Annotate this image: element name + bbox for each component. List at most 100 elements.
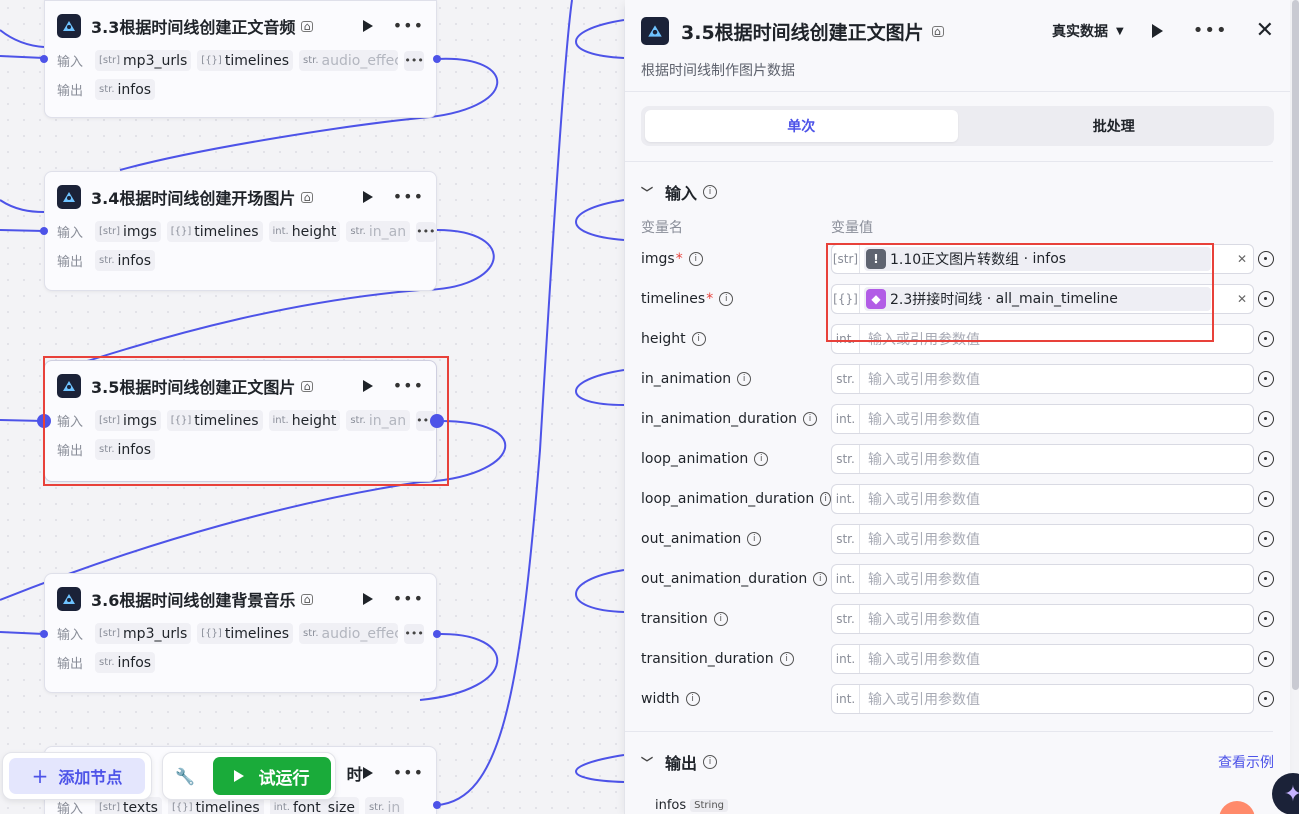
input-tag: [str] mp3_urls <box>95 50 192 71</box>
input-tag: [{}] timelines <box>197 623 294 644</box>
input-tag: int. height <box>268 221 341 242</box>
test-run-button[interactable]: 试运行 <box>212 757 331 795</box>
node-input-port[interactable] <box>40 55 48 63</box>
more-icon[interactable]: ••• <box>393 765 424 781</box>
reference-target-icon[interactable] <box>1258 251 1274 267</box>
panel-title: 3.5根据时间线创建正文图片 <box>681 21 924 44</box>
reference-target-icon[interactable] <box>1258 371 1274 387</box>
tab-batch[interactable]: 批处理 <box>958 110 1271 142</box>
node-inputs-row: 输入 [str] mp3_urls [{}] timelines str. audio… <box>45 46 436 75</box>
reference-target-icon[interactable] <box>1258 491 1274 507</box>
output-field: infos String <box>655 798 728 813</box>
node-input-port[interactable] <box>40 227 48 235</box>
reference-target-icon[interactable] <box>1258 691 1274 707</box>
info-icon: i <box>737 372 752 386</box>
library-icon: ⌂ <box>301 20 314 33</box>
output-tag: str. infos <box>95 79 156 100</box>
input-tag: str.audio_effect <box>299 623 399 644</box>
param-row-loop_animation_duration: loop_animation_duration i int. 输入或引用参数值 <box>641 483 1274 515</box>
node-header: 3.3根据时间线创建正文音频 ⌂ ••• <box>45 6 436 46</box>
more-inputs-button[interactable]: ••• <box>416 221 436 242</box>
required-marker: * <box>706 291 714 307</box>
data-mode-select[interactable]: 真实数据 ▼ <box>1052 21 1124 41</box>
type-badge: int. <box>832 405 860 433</box>
reference-target-icon[interactable] <box>1258 331 1274 347</box>
node-output-port[interactable] <box>433 630 441 638</box>
chevron-down-icon: ﹀ <box>641 185 654 200</box>
param-row-in_animation_duration: in_animation_duration i int. 输入或引用参数值 <box>641 403 1274 435</box>
info-icon: i <box>803 412 818 426</box>
param-value-input[interactable]: str. 输入或引用参数值 <box>831 364 1254 394</box>
node-outputs-row: 输出 str. infos <box>45 246 436 275</box>
node-input-port[interactable] <box>40 630 48 638</box>
add-node-button[interactable]: + 添加节点 <box>9 758 145 794</box>
node-title: 3.4根据时间线创建开场图片 <box>91 189 296 208</box>
node-header: 3.6根据时间线创建背景音乐 ⌂ ••• <box>45 579 436 619</box>
close-icon[interactable]: ✕ <box>1256 20 1274 42</box>
play-icon[interactable] <box>362 191 373 203</box>
param-value-input[interactable]: int. 输入或引用参数值 <box>831 564 1254 594</box>
node-outputs-row: 输出 str. infos <box>45 75 436 104</box>
placeholder-text: 输入或引用参数值 <box>868 532 980 548</box>
panel-scrollbar[interactable] <box>1292 0 1299 690</box>
node-title: 3.6根据时间线创建背景音乐 <box>91 591 296 610</box>
input-tag: [str] imgs <box>95 221 161 242</box>
param-value-input[interactable]: int. 输入或引用参数值 <box>831 484 1254 514</box>
clear-icon[interactable]: ✕ <box>1237 292 1247 306</box>
panel-header: 3.5根据时间线创建正文图片 ⌂ 真实数据 ▼ ••• ✕ 根据时间线制作图片数据 <box>625 0 1290 92</box>
param-value-input[interactable]: int. 输入或引用参数值 <box>831 644 1254 674</box>
more-icon[interactable]: ••• <box>393 18 424 34</box>
clear-icon[interactable]: ✕ <box>1237 252 1247 266</box>
workflow-node-3-6[interactable]: 3.6根据时间线创建背景音乐 ⌂ ••• 输入 [str] mp3_urls [{… <box>44 573 437 693</box>
reference-target-icon[interactable] <box>1258 611 1274 627</box>
node-inputs-row: 输入 [str] mp3_urls [{}] timelines str. audio… <box>45 619 436 648</box>
more-icon[interactable]: ••• <box>393 189 424 205</box>
divider <box>625 731 1273 732</box>
placeholder-text: 输入或引用参数值 <box>868 692 980 708</box>
node-output-port[interactable] <box>433 55 441 63</box>
workflow-node-3-4[interactable]: 3.4根据时间线创建开场图片 ⌂ ••• 输入 [str] imgs [{}] ti… <box>44 171 437 291</box>
view-example-link[interactable]: 查看示例 <box>1218 752 1274 772</box>
param-value-input[interactable]: int. 输入或引用参数值 <box>831 404 1254 434</box>
reference-target-icon[interactable] <box>1258 531 1274 547</box>
more-icon[interactable]: ••• <box>1193 22 1228 40</box>
play-icon[interactable] <box>362 767 373 779</box>
reference-target-icon[interactable] <box>1258 571 1274 587</box>
input-section-header[interactable]: ﹀ 输入 i <box>641 180 718 204</box>
param-name: width i <box>641 691 831 707</box>
app-logo-icon <box>57 185 81 209</box>
more-inputs-button[interactable]: ••• <box>404 623 424 644</box>
param-name: loop_animation_duration i <box>641 491 831 507</box>
param-value-input[interactable]: str. 输入或引用参数值 <box>831 604 1254 634</box>
add-node-toolbar: + 添加节点 <box>2 752 152 800</box>
play-icon[interactable] <box>362 20 373 32</box>
placeholder-text: 输入或引用参数值 <box>868 572 980 588</box>
run-node-icon[interactable] <box>1151 24 1163 38</box>
play-icon[interactable] <box>362 593 373 605</box>
param-value-input[interactable]: int. 输入或引用参数值 <box>831 684 1254 714</box>
workflow-node-3-3[interactable]: 3.3根据时间线创建正文音频 ⌂ ••• 输入 [str] mp3_urls [{… <box>44 0 437 118</box>
reference-target-icon[interactable] <box>1258 291 1274 307</box>
info-icon: i <box>719 292 734 306</box>
reference-target-icon[interactable] <box>1258 451 1274 467</box>
output-section-header[interactable]: ﹀ 输出 i <box>641 750 718 774</box>
panel-description: 根据时间线制作图片数据 <box>641 63 795 79</box>
param-value-input[interactable]: str. 输入或引用参数值 <box>831 524 1254 554</box>
reference-target-icon[interactable] <box>1258 411 1274 427</box>
param-name: out_animation i <box>641 531 831 547</box>
tab-single[interactable]: 单次 <box>645 110 958 142</box>
info-icon: i <box>754 452 769 466</box>
info-icon: i <box>747 532 762 546</box>
node-output-port[interactable] <box>433 801 441 809</box>
reference-target-icon[interactable] <box>1258 651 1274 667</box>
placeholder-text: 输入或引用参数值 <box>868 452 980 468</box>
play-icon <box>234 770 245 782</box>
library-icon: ⌂ <box>301 593 314 606</box>
param-value-input[interactable]: str. 输入或引用参数值 <box>831 444 1254 474</box>
chevron-down-icon: ﹀ <box>641 755 654 770</box>
more-inputs-button[interactable]: ••• <box>404 50 424 71</box>
more-icon[interactable]: ••• <box>393 591 424 607</box>
param-row-transition_duration: transition_duration i int. 输入或引用参数值 <box>641 643 1274 675</box>
param-name: transition_duration i <box>641 651 831 667</box>
wrench-icon[interactable]: 🔧 <box>175 767 195 786</box>
